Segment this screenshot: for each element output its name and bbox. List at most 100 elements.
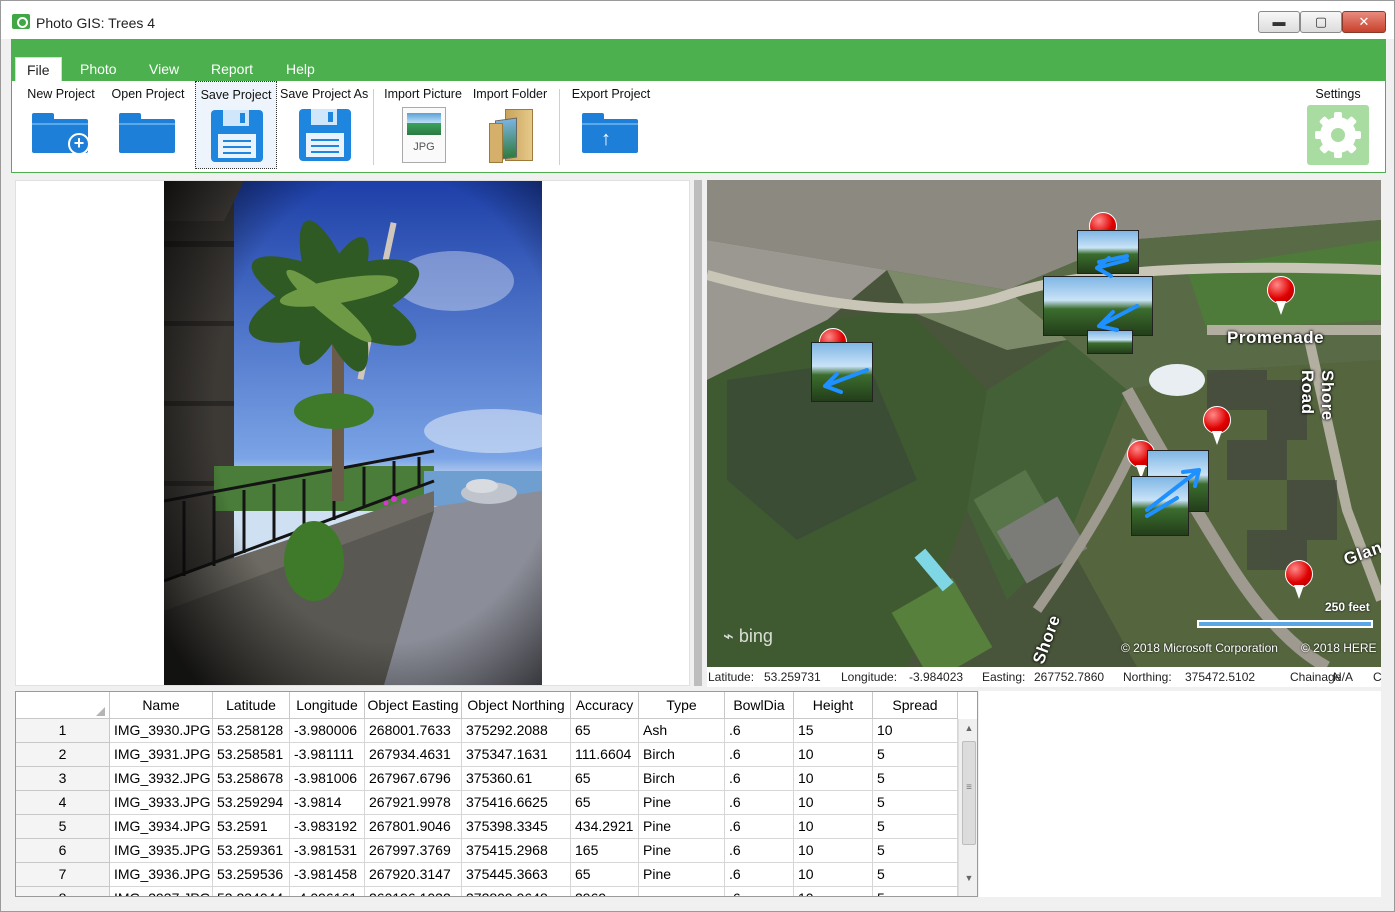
cell-bowldia[interactable]: .6 <box>725 815 794 839</box>
scroll-down-arrow[interactable]: ▼ <box>959 869 977 887</box>
photo-data-table[interactable]: Name Latitude Longitude Object Easting O… <box>15 691 978 897</box>
cell-bowldia[interactable]: .6 <box>725 887 794 896</box>
cell-accuracy[interactable]: 65 <box>571 719 639 743</box>
column-header-spread[interactable]: Spread <box>873 692 958 719</box>
map-marker-pin[interactable] <box>1267 276 1295 316</box>
import-folder-button[interactable]: Import Folder <box>469 81 551 169</box>
map-photo-thumbnail[interactable] <box>811 342 873 402</box>
cell-name[interactable]: IMG_3934.JPG <box>110 815 213 839</box>
cell-bowldia[interactable]: .6 <box>725 767 794 791</box>
cell-object-northing[interactable]: 375415.2968 <box>462 839 571 863</box>
cell-latitude[interactable]: 53.258581 <box>213 743 290 767</box>
export-project-button[interactable]: Export Project ↑ <box>567 81 655 169</box>
cell-object-easting[interactable]: 267967.6796 <box>365 767 462 791</box>
column-header-longitude[interactable]: Longitude <box>290 692 365 719</box>
cell-height[interactable]: 10 <box>794 815 873 839</box>
cell-longitude[interactable]: -4.096161 <box>290 887 365 896</box>
cell-latitude[interactable]: 53.259536 <box>213 863 290 887</box>
scrollbar-thumb[interactable]: ≡ <box>962 741 976 845</box>
cell-object-easting[interactable]: 267997.3769 <box>365 839 462 863</box>
cell-type[interactable] <box>639 887 725 896</box>
cell-accuracy[interactable]: 434.2921 <box>571 815 639 839</box>
tab-view[interactable]: View <box>138 57 190 83</box>
cell-bowldia[interactable]: .6 <box>725 839 794 863</box>
cell-spread[interactable]: 5 <box>873 839 958 863</box>
row-header[interactable]: 3 <box>16 767 110 791</box>
close-button[interactable]: ✕ <box>1342 11 1386 33</box>
cell-accuracy[interactable]: 2969 <box>571 887 639 896</box>
table-row[interactable]: 2 IMG_3931.JPG 53.258581 -3.981111 267934.46… <box>16 743 958 767</box>
import-picture-button[interactable]: Import Picture JPG <box>380 81 466 169</box>
cell-longitude[interactable]: -3.981111 <box>290 743 365 767</box>
cell-longitude[interactable]: -3.980006 <box>290 719 365 743</box>
cell-object-northing[interactable]: 375398.3345 <box>462 815 571 839</box>
cell-latitude[interactable]: 53.258678 <box>213 767 290 791</box>
column-header-name[interactable]: Name <box>110 692 213 719</box>
cell-spread[interactable]: 5 <box>873 791 958 815</box>
cell-height[interactable]: 10 <box>794 839 873 863</box>
cell-longitude[interactable]: -3.981006 <box>290 767 365 791</box>
cell-longitude[interactable]: -3.981531 <box>290 839 365 863</box>
cell-type[interactable]: Ash <box>639 719 725 743</box>
cell-height[interactable]: 10 <box>794 791 873 815</box>
minimize-button[interactable]: ▬ <box>1258 11 1300 33</box>
cell-type[interactable]: Birch <box>639 743 725 767</box>
cell-latitude[interactable]: 53.259361 <box>213 839 290 863</box>
table-row[interactable]: 3 IMG_3932.JPG 53.258678 -3.981006 267967.67… <box>16 767 958 791</box>
cell-longitude[interactable]: -3.983192 <box>290 815 365 839</box>
cell-type[interactable]: Pine <box>639 839 725 863</box>
cell-name[interactable]: IMG_3936.JPG <box>110 863 213 887</box>
cell-object-easting[interactable]: 267921.9978 <box>365 791 462 815</box>
table-row[interactable]: 5 IMG_3934.JPG 53.2591 -3.983192 267801.9046… <box>16 815 958 839</box>
cell-object-easting[interactable]: 268001.7633 <box>365 719 462 743</box>
cell-object-easting[interactable]: 267801.9046 <box>365 815 462 839</box>
cell-name[interactable]: IMG_3935.JPG <box>110 839 213 863</box>
cell-bowldia[interactable]: .6 <box>725 791 794 815</box>
cell-spread[interactable]: 5 <box>873 767 958 791</box>
cell-object-easting[interactable]: 267920.3147 <box>365 863 462 887</box>
tab-report[interactable]: Report <box>200 57 264 83</box>
column-header-height[interactable]: Height <box>794 692 873 719</box>
settings-button[interactable]: Settings <box>1300 81 1376 169</box>
row-header[interactable]: 6 <box>16 839 110 863</box>
row-header[interactable]: 8 <box>16 887 110 896</box>
cell-object-northing[interactable]: 375445.3663 <box>462 863 571 887</box>
cell-object-northing[interactable]: 375347.1631 <box>462 743 571 767</box>
cell-bowldia[interactable]: .6 <box>725 719 794 743</box>
map-photo-thumbnail[interactable] <box>1131 476 1189 536</box>
cell-name[interactable]: IMG_3933.JPG <box>110 791 213 815</box>
tab-photo[interactable]: Photo <box>69 57 128 83</box>
corner-header[interactable] <box>16 692 110 719</box>
cell-latitude[interactable]: 53.2591 <box>213 815 290 839</box>
column-header-latitude[interactable]: Latitude <box>213 692 290 719</box>
cell-spread[interactable]: 5 <box>873 863 958 887</box>
table-row[interactable]: 4 IMG_3933.JPG 53.259294 -3.9814 267921.9978… <box>16 791 958 815</box>
vertical-scrollbar[interactable]: ▲ ≡ ▼ <box>958 719 977 896</box>
map-photo-thumbnail[interactable] <box>1087 330 1133 354</box>
row-header[interactable]: 1 <box>16 719 110 743</box>
new-project-button[interactable]: New Project + <box>22 81 100 169</box>
cell-latitude[interactable]: 53.258128 <box>213 719 290 743</box>
cell-spread[interactable]: 5 <box>873 815 958 839</box>
cell-height[interactable]: 10 <box>794 887 873 896</box>
cell-spread[interactable]: 5 <box>873 887 958 896</box>
scroll-up-arrow[interactable]: ▲ <box>959 719 977 737</box>
cell-height[interactable]: 10 <box>794 863 873 887</box>
cell-object-easting[interactable]: 260196.1032 <box>365 887 462 896</box>
cell-object-northing[interactable]: 375416.6625 <box>462 791 571 815</box>
map-photo-thumbnail[interactable] <box>1043 276 1153 336</box>
row-header[interactable]: 5 <box>16 815 110 839</box>
cell-bowldia[interactable]: .6 <box>725 863 794 887</box>
cell-name[interactable]: IMG_3930.JPG <box>110 719 213 743</box>
cell-object-northing[interactable]: 372809.9648 <box>462 887 571 896</box>
column-header-object-easting[interactable]: Object Easting <box>365 692 462 719</box>
tab-help[interactable]: Help <box>275 57 326 83</box>
column-header-object-northing[interactable]: Object Northing <box>462 692 571 719</box>
cell-accuracy[interactable]: 111.6604 <box>571 743 639 767</box>
table-row[interactable]: 1 IMG_3930.JPG 53.258128 -3.980006 268001.76… <box>16 719 958 743</box>
column-header-accuracy[interactable]: Accuracy <box>571 692 639 719</box>
cell-object-easting[interactable]: 267934.4631 <box>365 743 462 767</box>
cell-longitude[interactable]: -3.9814 <box>290 791 365 815</box>
cell-spread[interactable]: 10 <box>873 719 958 743</box>
satellite-map[interactable]: Promenade Shore Road Glann Shore ⌁ bing … <box>707 180 1381 667</box>
